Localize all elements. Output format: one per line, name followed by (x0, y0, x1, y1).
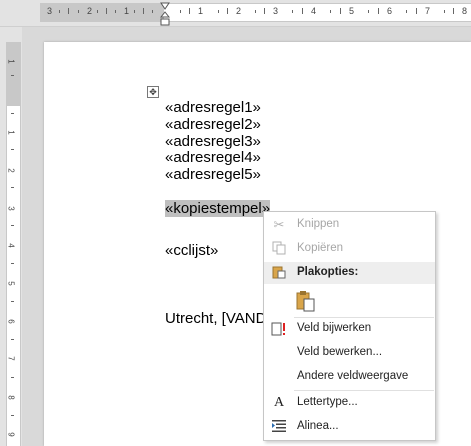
address-line-4[interactable]: «adresregel4» (165, 149, 261, 166)
ruler-tick (106, 8, 107, 14)
ruler-label: 6 (387, 6, 393, 16)
menu-item-alinea[interactable]: Alinea... (264, 416, 435, 438)
ruler-tick (416, 8, 417, 14)
ruler-label: 7 (425, 6, 431, 16)
ruler-label: 7 (6, 356, 16, 361)
paste-clipboard-icon (296, 290, 316, 312)
ruler-tick (134, 10, 135, 13)
ruler-label: 1 (6, 130, 16, 135)
menu-item-label: Lettertype... (297, 396, 358, 408)
menu-item-label: Veld bijwerken (297, 322, 372, 334)
ruler-tick (11, 149, 14, 150)
ruler-label: 1 (6, 59, 16, 64)
menu-item-label: Knippen (297, 218, 340, 230)
ruler-tick (302, 8, 303, 14)
ruler-tick (97, 10, 98, 13)
ruler-tick (264, 8, 265, 14)
ruler-tick (11, 225, 14, 226)
menu-item-andere-veldweergave[interactable]: Andere veldweergave (264, 366, 435, 388)
menu-item-label: Kopiëren (297, 242, 344, 254)
menu-header-plakopties: Plakopties: (264, 262, 435, 284)
ruler-label: 3 (47, 6, 53, 16)
ruler-label: 2 (6, 168, 16, 173)
paste-keep-text-option[interactable] (264, 287, 435, 315)
ruler-tick (11, 113, 14, 114)
kopiestempel-field[interactable]: «kopiestempel» (165, 200, 271, 217)
ruler-label: 9 (6, 432, 16, 437)
menu-item-knippen[interactable]: ✂ Knippen (264, 214, 435, 236)
menu-item-label: Andere veldweergave (297, 370, 409, 382)
ruler-tick (255, 10, 256, 13)
ruler-tick (180, 10, 181, 13)
indent-marker-icon[interactable] (160, 2, 170, 26)
menu-item-lettertype[interactable]: A Lettertype... (264, 392, 435, 414)
address-line-1[interactable]: «adresregel1» (165, 99, 261, 116)
ruler-tick (59, 10, 60, 13)
ruler-label: 1 (198, 6, 204, 16)
paste-icon (271, 265, 287, 281)
address-line-2[interactable]: «adresregel2» (165, 116, 261, 133)
menu-item-veld-bewerken[interactable]: Veld bewerken... (264, 342, 435, 364)
ruler-label: 8 (462, 6, 468, 16)
ruler-label: 5 (349, 6, 355, 16)
menu-item-kopieren[interactable]: Kopiëren (264, 238, 435, 260)
ruler-label: 2 (87, 6, 93, 16)
update-field-icon (271, 321, 287, 337)
menu-header-label: Plakopties: (297, 266, 359, 278)
ruler-tick (444, 10, 445, 13)
ruler-tick (406, 10, 407, 13)
context-menu[interactable]: ✂ Knippen Kopiëren Plakopties: Veld bijw… (263, 211, 436, 441)
ruler-tick (115, 10, 116, 13)
ruler-tick (11, 339, 14, 340)
ruler-tick (11, 263, 14, 264)
ruler-tick (189, 8, 190, 14)
selected-field-text[interactable]: «kopiestempel» (165, 200, 271, 217)
menu-item-label: Veld bewerken... (297, 346, 383, 358)
ruler-tick (378, 8, 379, 14)
ruler-tick (368, 10, 369, 13)
ruler-tick (11, 187, 14, 188)
horizontal-ruler[interactable]: 3 2 1 1 2 3 4 5 6 7 8 (0, 0, 471, 27)
ruler-margin (7, 42, 20, 106)
ruler-tick (453, 8, 454, 14)
ruler-label: 8 (6, 395, 16, 400)
ruler-tick (11, 75, 14, 76)
ruler-tick (330, 10, 331, 13)
ruler-tick (78, 10, 79, 13)
ruler-tick (11, 377, 14, 378)
ruler-label: 6 (6, 319, 16, 324)
ruler-label: 1 (124, 6, 130, 16)
copy-icon (271, 241, 287, 257)
ruler-tick (218, 10, 219, 13)
ruler-tick (340, 8, 341, 14)
ruler-label: 4 (311, 6, 317, 16)
menu-item-label: Alinea... (297, 420, 339, 432)
vertical-ruler[interactable]: 1 1 2 3 4 5 6 7 8 9 (0, 27, 22, 446)
ruler-tick (292, 10, 293, 13)
ruler-tick (227, 8, 228, 14)
paragraph-icon (271, 419, 287, 435)
scissors-icon: ✂ (273, 217, 285, 232)
ruler-tick (11, 301, 14, 302)
ruler-tick (68, 8, 69, 14)
address-line-5[interactable]: «adresregel5» (165, 166, 261, 183)
menu-item-veld-bijwerken[interactable]: Veld bijwerken (264, 318, 435, 340)
ruler-tick (152, 10, 153, 13)
ruler-label: 5 (6, 281, 16, 286)
font-icon: A (273, 395, 285, 410)
ruler-tick (11, 415, 14, 416)
cclijst-field[interactable]: «cclijst» (165, 242, 218, 259)
menu-separator (294, 390, 434, 391)
table-move-handle-icon[interactable]: ✥ (147, 86, 159, 98)
ruler-label: 3 (6, 206, 16, 211)
ruler-label: 3 (273, 6, 279, 16)
ruler-tick (143, 8, 144, 14)
ruler-label: 2 (236, 6, 242, 16)
ruler-label: 4 (6, 243, 16, 248)
closing-line[interactable]: Utrecht, [VANDA (165, 310, 276, 327)
address-line-3[interactable]: «adresregel3» (165, 133, 261, 150)
